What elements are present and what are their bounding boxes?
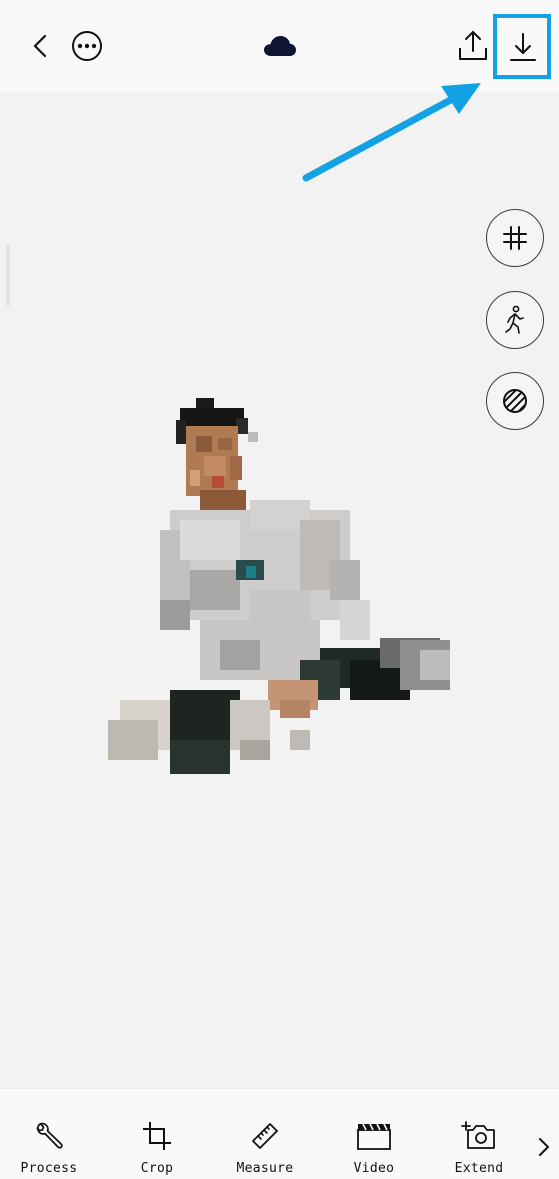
process-tool[interactable]: Process	[14, 1089, 84, 1179]
pattern-overlay-button[interactable]	[486, 372, 544, 430]
process-label: Process	[20, 1161, 78, 1176]
measure-tool[interactable]: Measure	[232, 1089, 298, 1179]
share-button[interactable]	[456, 28, 490, 64]
top-toolbar	[0, 0, 559, 92]
cloud-sync-button[interactable]	[262, 32, 298, 60]
chevron-left-icon	[33, 34, 47, 58]
wrench-icon	[36, 1122, 63, 1149]
chevron-right-icon	[539, 1138, 549, 1156]
more-options-button[interactable]	[72, 31, 102, 61]
crop-icon	[143, 1122, 171, 1150]
more-tools-button[interactable]	[534, 1133, 554, 1161]
measure-label: Measure	[236, 1161, 294, 1176]
grid-toggle-button[interactable]	[486, 209, 544, 267]
share-upload-icon	[459, 31, 487, 60]
grid-hash-icon	[503, 226, 527, 250]
ellipsis-icon	[77, 43, 97, 49]
crop-label: Crop	[140, 1161, 174, 1176]
bottom-toolbar: Process Crop Measure Video Extend	[0, 1088, 559, 1179]
striped-circle-icon	[503, 389, 527, 413]
extend-tool[interactable]: Extend	[449, 1089, 509, 1179]
crop-tool[interactable]: Crop	[127, 1089, 187, 1179]
video-label: Video	[353, 1161, 395, 1176]
subject-photo	[108, 398, 450, 774]
walking-person-icon	[505, 305, 524, 334]
video-tool[interactable]: Video	[344, 1089, 404, 1179]
download-icon	[510, 33, 536, 61]
back-button[interactable]	[26, 30, 58, 62]
clapperboard-icon	[357, 1123, 391, 1150]
ruler-icon	[252, 1123, 278, 1149]
camera-plus-icon	[461, 1121, 495, 1149]
pose-button[interactable]	[486, 291, 544, 349]
download-button[interactable]	[495, 16, 551, 78]
photo-canvas[interactable]	[0, 92, 559, 1088]
cloud-icon	[264, 36, 296, 56]
extend-label: Extend	[454, 1161, 504, 1176]
